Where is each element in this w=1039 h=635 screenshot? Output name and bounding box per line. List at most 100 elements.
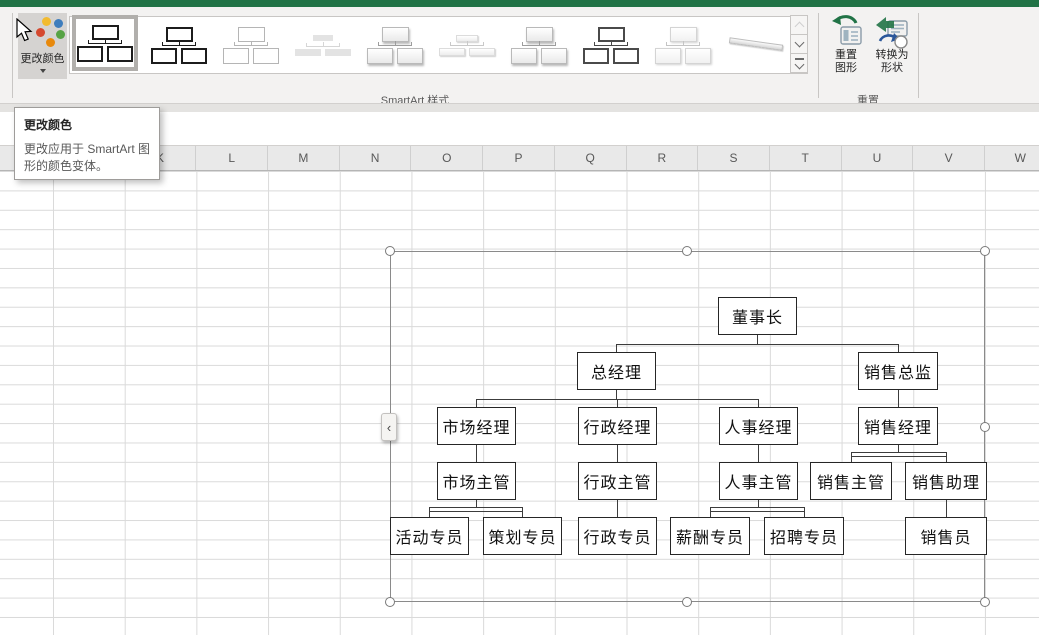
change-colors-tooltip: 更改颜色 更改应用于 SmartArt 图形的颜色变体。 — [14, 107, 160, 180]
org-node-sales_assistant[interactable]: 销售助理 — [905, 462, 987, 500]
org-node-event_specialist[interactable]: 活动专员 — [390, 517, 469, 555]
convert-to-shapes-label-2: 形状 — [881, 62, 903, 75]
org-node-hr_manager[interactable]: 人事经理 — [719, 407, 798, 445]
org-node-sales_director[interactable]: 销售总监 — [858, 352, 938, 390]
org-node-salesperson[interactable]: 销售员 — [905, 517, 987, 555]
smartart-style-6[interactable] — [434, 19, 500, 71]
tooltip-body: 更改应用于 SmartArt 图形的颜色变体。 — [24, 141, 150, 175]
smartart-style-1[interactable] — [72, 15, 138, 71]
column-header-V[interactable]: V — [913, 146, 985, 170]
org-connector — [898, 344, 899, 353]
column-header-U[interactable]: U — [842, 146, 914, 170]
selection-handle-bottom-middle[interactable] — [682, 597, 692, 607]
smartart-style-8[interactable] — [578, 19, 644, 71]
ribbon-group-separator — [12, 13, 13, 98]
selection-handle-top-right[interactable] — [980, 246, 990, 256]
gallery-scrollbar — [790, 16, 808, 77]
selection-handle-bottom-right[interactable] — [980, 597, 990, 607]
smartart-styles-gallery — [69, 16, 808, 74]
chevron-down-icon — [795, 60, 805, 70]
smartart-text-pane-toggle[interactable]: ‹ — [381, 413, 397, 441]
org-connector — [758, 500, 759, 507]
org-node-general_manager[interactable]: 总经理 — [577, 352, 656, 390]
org-connector — [616, 344, 899, 345]
org-connector — [758, 399, 759, 408]
org-connector — [616, 344, 617, 353]
smartart-style-3[interactable] — [218, 19, 284, 71]
color-dot-yellow — [42, 17, 51, 26]
org-connector-bracket — [710, 507, 805, 512]
org-node-sales_manager[interactable]: 销售经理 — [858, 407, 938, 445]
smartart-style-4[interactable] — [290, 19, 356, 71]
smartart-style-5[interactable] — [362, 19, 428, 71]
reset-graphic-button[interactable]: 重置 图形 — [824, 11, 868, 87]
chevron-up-icon — [795, 22, 805, 32]
color-dot-blue — [54, 19, 63, 28]
org-node-admin_manager[interactable]: 行政经理 — [578, 407, 657, 445]
column-header-S[interactable]: S — [698, 146, 770, 170]
org-connector-bracket — [429, 507, 523, 512]
org-node-marketing_supervisor[interactable]: 市场主管 — [437, 462, 516, 500]
color-dot-green — [56, 30, 65, 39]
column-header-W[interactable]: W — [985, 146, 1039, 170]
column-header-N[interactable]: N — [340, 146, 412, 170]
convert-to-shapes-button[interactable]: 转换为 形状 — [870, 11, 914, 87]
change-colors-button[interactable]: 更改颜色 — [18, 13, 67, 79]
smartart-style-7[interactable] — [506, 19, 572, 71]
org-node-sales_supervisor[interactable]: 销售主管 — [810, 462, 892, 500]
org-node-recruiting_specialist[interactable]: 招聘专员 — [764, 517, 844, 555]
org-node-compensation_specialist[interactable]: 薪酬专员 — [670, 517, 750, 555]
reset-graphic-label-2: 图形 — [835, 62, 857, 75]
org-connector — [758, 445, 759, 462]
org-connector — [617, 445, 618, 462]
org-connector — [898, 390, 899, 407]
reset-graphic-icon — [828, 15, 864, 49]
org-connector — [617, 500, 618, 517]
column-header-R[interactable]: R — [627, 146, 699, 170]
chevron-down-icon — [40, 69, 46, 73]
org-node-chairman[interactable]: 董事长 — [718, 297, 797, 335]
column-header-Q[interactable]: Q — [555, 146, 627, 170]
selection-handle-top-left[interactable] — [385, 246, 395, 256]
excel-title-bar — [0, 0, 1039, 7]
org-connector — [757, 335, 758, 344]
selection-handle-bottom-left[interactable] — [385, 597, 395, 607]
org-connector — [476, 399, 477, 408]
ribbon-group-separator — [918, 13, 919, 98]
change-colors-label: 更改颜色 — [21, 50, 65, 66]
convert-to-shapes-icon — [874, 15, 910, 49]
column-header-T[interactable]: T — [770, 146, 842, 170]
org-node-admin_specialist[interactable]: 行政专员 — [578, 517, 657, 555]
org-node-planning_specialist[interactable]: 策划专员 — [483, 517, 562, 555]
gallery-scroll-up-button[interactable] — [790, 15, 808, 35]
smartart-style-2[interactable] — [146, 19, 212, 71]
org-connector — [617, 399, 618, 408]
org-connector-bracket — [851, 452, 947, 457]
gallery-scroll-down-button[interactable] — [790, 34, 808, 54]
org-node-marketing_manager[interactable]: 市场经理 — [437, 407, 516, 445]
org-node-admin_supervisor[interactable]: 行政主管 — [578, 462, 657, 500]
ribbon-group-separator — [818, 13, 819, 98]
smartart-style-10[interactable] — [722, 19, 788, 71]
chevron-down-icon — [795, 38, 805, 48]
reset-graphic-label-1: 重置 — [835, 49, 857, 62]
org-connector — [476, 500, 477, 507]
column-header-P[interactable]: P — [483, 146, 555, 170]
selection-handle-middle-right[interactable] — [980, 422, 990, 432]
change-colors-icon — [25, 16, 61, 48]
org-node-hr_supervisor[interactable]: 人事主管 — [719, 462, 798, 500]
org-connector — [616, 390, 617, 399]
convert-to-shapes-label-1: 转换为 — [876, 49, 909, 62]
gallery-more-button[interactable] — [790, 53, 808, 73]
selection-handle-top-middle[interactable] — [682, 246, 692, 256]
color-dot-orange — [46, 38, 55, 47]
org-connector — [946, 500, 947, 517]
column-header-O[interactable]: O — [411, 146, 483, 170]
org-connector — [898, 445, 899, 452]
color-dot-red — [36, 28, 45, 37]
column-header-L[interactable]: L — [196, 146, 268, 170]
tooltip-title: 更改颜色 — [24, 116, 150, 133]
smartart-style-9[interactable] — [650, 19, 716, 71]
org-connector — [476, 445, 477, 462]
column-header-M[interactable]: M — [268, 146, 340, 170]
